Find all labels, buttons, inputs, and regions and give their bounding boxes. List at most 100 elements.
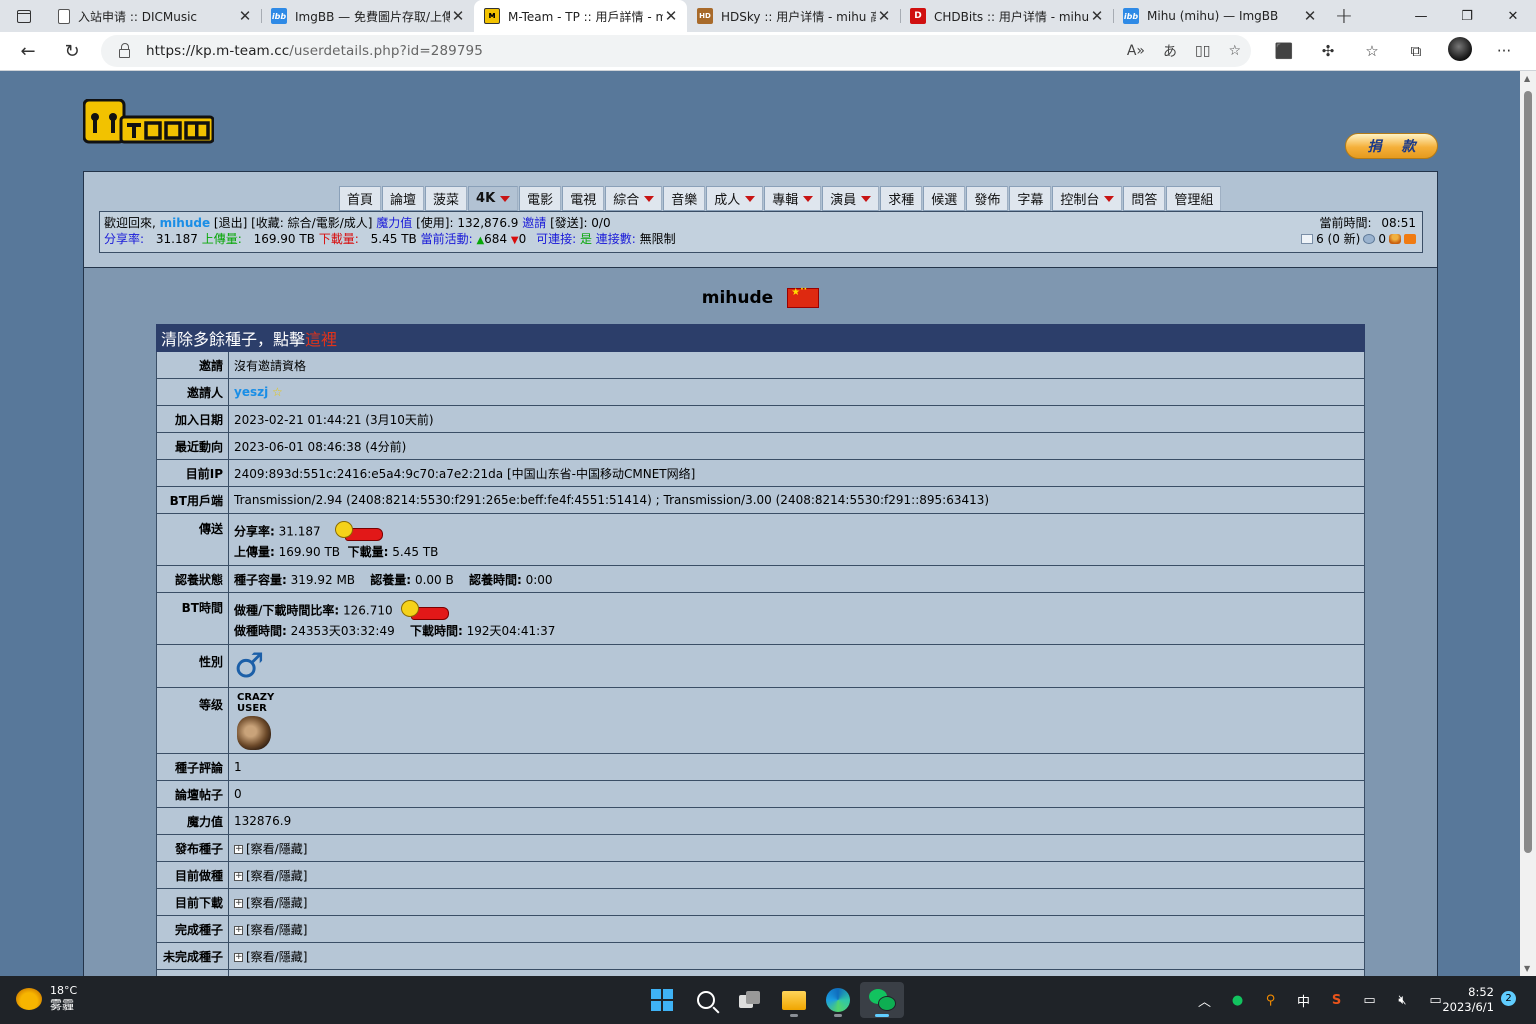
donate-button[interactable]: 捐款: [1345, 133, 1438, 159]
menu-item[interactable]: 字幕: [1009, 186, 1052, 211]
inbox-icon[interactable]: [1301, 234, 1314, 244]
username-link[interactable]: mihude: [160, 216, 210, 230]
weather-widget[interactable]: 18°C 雾霾: [16, 984, 77, 1013]
close-window-button[interactable]: ✕: [1490, 0, 1536, 32]
file-explorer-button[interactable]: [772, 982, 816, 1018]
menu-item[interactable]: 發佈: [966, 186, 1009, 211]
wechat-tray-icon[interactable]: ●: [1221, 993, 1254, 1008]
menu-item[interactable]: 菠菜: [425, 186, 468, 211]
read-aloud-icon[interactable]: A»: [1127, 43, 1145, 59]
scrollbar-thumb[interactable]: [1524, 91, 1532, 853]
edge-button[interactable]: [816, 982, 860, 1018]
toggle-seeding-link[interactable]: [察看/隱藏]: [246, 869, 307, 883]
reader-mode-icon[interactable]: ▯▯: [1195, 43, 1210, 59]
bonus-link[interactable]: 魔力值: [376, 216, 412, 230]
extensions-icon[interactable]: ✣: [1306, 42, 1350, 60]
menu-item[interactable]: 候選: [923, 186, 966, 211]
wechat-button[interactable]: [860, 982, 904, 1018]
menu-item[interactable]: 電視: [562, 186, 605, 211]
browser-tab[interactable]: ibb Mihu (mihu) — ImgBB ✕: [1113, 0, 1326, 32]
refresh-button[interactable]: ↻: [50, 35, 94, 67]
restore-button[interactable]: ❐: [1444, 0, 1490, 32]
system-clock[interactable]: 8:52 2023/6/1: [1442, 985, 1494, 1015]
expand-plus-icon[interactable]: +: [234, 844, 243, 854]
favorite-add-icon[interactable]: ☆: [1228, 43, 1241, 59]
invite-link[interactable]: 邀請: [522, 216, 546, 230]
show-hidden-icons-chevron-icon[interactable]: ︿: [1188, 991, 1221, 1010]
expand-plus-icon[interactable]: +: [234, 898, 243, 908]
toggle-incomplete-link[interactable]: [察看/隱藏]: [246, 950, 307, 964]
browser-tab[interactable]: HD HDSky :: 用户详情 - mihu 高清✕: [687, 0, 900, 32]
ime-indicator[interactable]: 中: [1287, 991, 1320, 1010]
minimize-button[interactable]: —: [1398, 0, 1444, 32]
close-tab-icon[interactable]: ✕: [1089, 7, 1105, 25]
toggle-completed-link[interactable]: [察看/隱藏]: [246, 923, 307, 937]
menu-item[interactable]: 綜合: [605, 186, 663, 211]
translate-icon[interactable]: あ: [1163, 41, 1177, 61]
friends-eye-icon[interactable]: [1363, 234, 1376, 244]
browser-tab[interactable]: D CHDBits :: 用户详情 - mihu ✕: [900, 0, 1113, 32]
menu-item[interactable]: 求種: [880, 186, 923, 211]
search-button[interactable]: [684, 982, 728, 1018]
expand-plus-icon[interactable]: +: [234, 952, 243, 962]
expand-plus-icon[interactable]: +: [234, 925, 243, 935]
tray-search-icon[interactable]: ⚲: [1254, 993, 1287, 1008]
menu-item[interactable]: 論壇: [382, 186, 425, 211]
close-tab-icon[interactable]: ✕: [450, 7, 466, 25]
start-button[interactable]: [640, 982, 684, 1018]
mteam-logo[interactable]: [83, 99, 214, 144]
table-row: 邀請 沒有邀請資格: [156, 351, 1365, 379]
more-menu-icon[interactable]: ···: [1482, 42, 1526, 60]
inviter-link[interactable]: yeszj: [234, 385, 268, 399]
user-icon[interactable]: [1389, 234, 1401, 244]
extension-shield-icon[interactable]: ⬛: [1262, 42, 1306, 60]
logout-link[interactable]: [退出]: [214, 216, 247, 230]
menu-item[interactable]: 管理組: [1166, 186, 1222, 211]
back-button[interactable]: ←: [6, 35, 50, 67]
expand-plus-icon[interactable]: +: [234, 871, 243, 881]
invite-sent: [發送]: 0/0: [550, 216, 611, 230]
tab-actions-button[interactable]: [0, 0, 48, 32]
network-icon[interactable]: ▭: [1353, 993, 1386, 1008]
new-tab-button[interactable]: +: [1326, 0, 1362, 32]
menu-item[interactable]: 演員: [822, 186, 880, 211]
menu-item[interactable]: 首頁: [339, 186, 382, 211]
browser-tab[interactable]: ᴍ M-Team - TP :: 用戶詳情 - mihude✕: [474, 0, 687, 32]
menu-item[interactable]: 4K: [468, 186, 519, 211]
scroll-down-arrow-icon[interactable]: ▼: [1524, 964, 1530, 973]
browser-tab[interactable]: 入站申请 :: DICMusic ✕: [48, 0, 261, 32]
page-scrollbar[interactable]: ▲ ▼: [1520, 71, 1536, 976]
rss-icon[interactable]: [1404, 234, 1416, 244]
close-tab-icon[interactable]: ✕: [237, 7, 253, 25]
menu-item[interactable]: 控制台: [1052, 186, 1123, 211]
close-tab-icon[interactable]: ✕: [663, 7, 679, 25]
scroll-up-arrow-icon[interactable]: ▲: [1524, 74, 1530, 83]
menu-item[interactable]: 問答: [1123, 186, 1166, 211]
menu-item[interactable]: 專輯: [764, 186, 822, 211]
friends-count[interactable]: 0: [1378, 231, 1386, 247]
toggle-uploaded-link[interactable]: [察看/隱藏]: [246, 842, 307, 856]
menu-item[interactable]: 電影: [519, 186, 562, 211]
address-bar[interactable]: https://kp.m-team.cc/userdetails.php?id=…: [101, 35, 1251, 67]
close-tab-icon[interactable]: ✕: [1302, 7, 1318, 25]
close-tab-icon[interactable]: ✕: [876, 7, 892, 25]
tab-title: ImgBB — 免費圖片存取/上傳: [295, 9, 450, 24]
volume-muted-icon[interactable]: 🔇︎: [1386, 993, 1419, 1008]
task-view-button[interactable]: [728, 982, 772, 1018]
profile-avatar[interactable]: [1438, 37, 1482, 65]
table-row: 未完成種子 + [察看/隱藏]: [156, 942, 1365, 970]
clean-seeds-link[interactable]: 這裡: [305, 330, 337, 349]
favorites-link[interactable]: [收藏: 綜合/電影/成人]: [251, 216, 372, 230]
inbox-count[interactable]: 6 (0 新): [1316, 231, 1360, 247]
browser-tab[interactable]: ibb ImgBB — 免費圖片存取/上傳 ✕: [261, 0, 474, 32]
url-text[interactable]: https://kp.m-team.cc/userdetails.php?id=…: [146, 43, 483, 59]
menu-item[interactable]: 音樂: [663, 186, 706, 211]
collections-icon[interactable]: ⧉: [1394, 42, 1438, 60]
toggle-leeching-link[interactable]: [察看/隱藏]: [246, 896, 307, 910]
dropdown-arrow-icon: [745, 195, 756, 202]
sogou-ime-icon[interactable]: S: [1320, 993, 1353, 1008]
lock-icon[interactable]: [119, 43, 130, 58]
menu-item[interactable]: 成人: [706, 186, 764, 211]
notification-badge[interactable]: 2: [1501, 991, 1516, 1006]
favorites-icon[interactable]: ☆: [1350, 42, 1394, 60]
